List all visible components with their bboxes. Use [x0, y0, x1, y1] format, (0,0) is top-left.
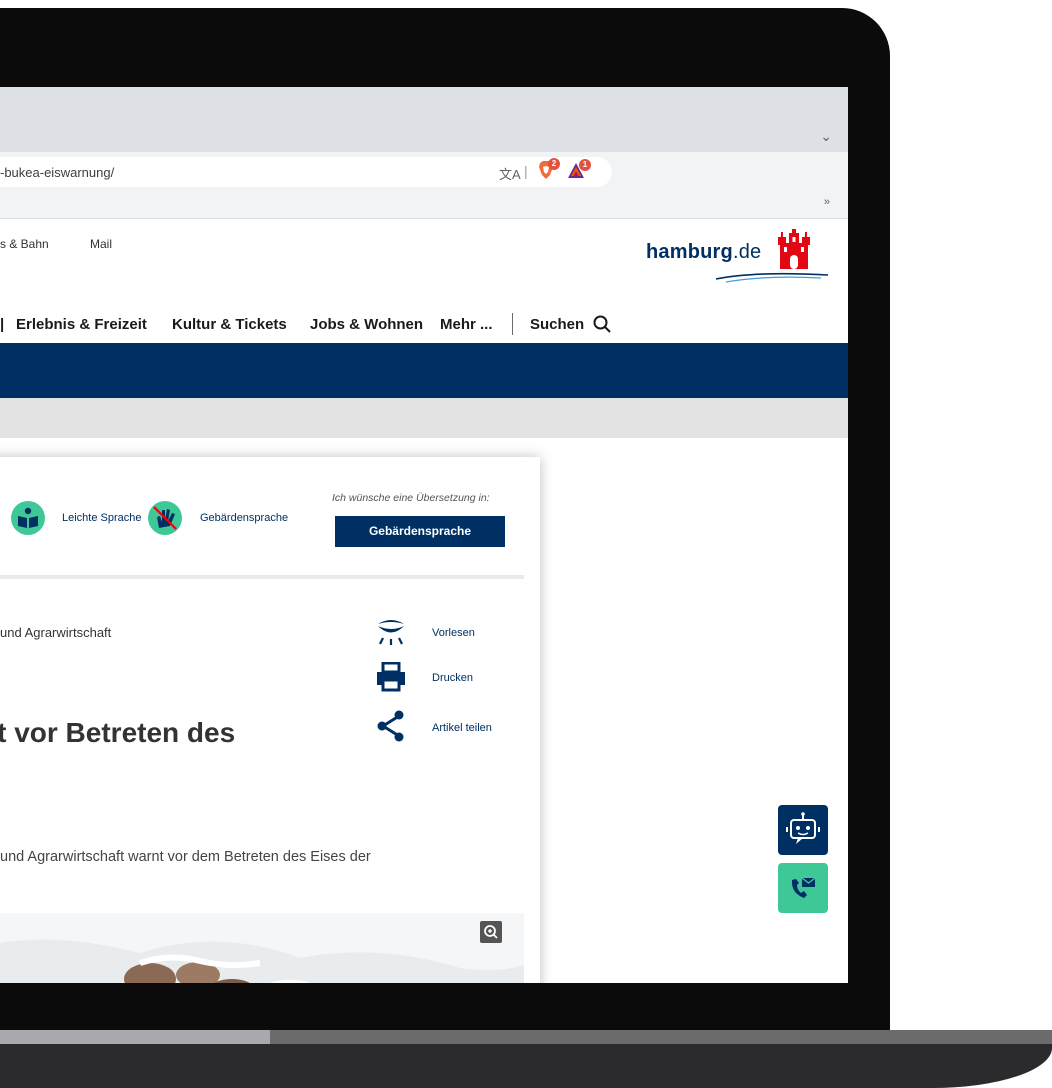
- rewards-badge: 1: [579, 159, 591, 171]
- hamburg-logo[interactable]: hamburg.de: [646, 229, 831, 291]
- print-label: Drucken: [432, 672, 473, 684]
- printer-icon: [377, 662, 405, 692]
- share-icon: [377, 710, 404, 742]
- sign-language-icon[interactable]: [148, 501, 182, 535]
- translation-prompt: Ich wünsche eine Übersetzung in:: [332, 492, 490, 504]
- nav-item-separator-edge: |: [0, 316, 5, 333]
- toolbar-divider: |: [524, 163, 528, 179]
- frozen-river-image: [0, 913, 524, 983]
- hamburg-castle-icon: [778, 229, 810, 269]
- zoom-image-button[interactable]: [480, 921, 502, 943]
- tab-search-chevron-icon[interactable]: ⌄: [820, 128, 832, 145]
- article-headline: nt vor Betreten des: [0, 717, 236, 748]
- browser-screen: ⌄ -bukea-eiswarnung/ 文A | 2 1 » s & Bahn…: [0, 87, 848, 983]
- search-label[interactable]: Suchen: [530, 316, 584, 333]
- article-photo[interactable]: [0, 913, 524, 983]
- laptop-base: [0, 1044, 1052, 1088]
- chatbot-icon: [786, 812, 820, 844]
- print-button[interactable]: Drucken: [375, 662, 505, 696]
- breadcrumb-bar: [0, 398, 848, 438]
- brave-shields-icon[interactable]: 2: [538, 158, 560, 179]
- accessibility-row: Leichte Sprache Gebärdensprache Ich wüns…: [0, 457, 540, 585]
- nav-item-jobs[interactable]: Jobs & Wohnen: [310, 316, 423, 333]
- main-navigation: | Erlebnis & Freizeit Kultur & Tickets J…: [0, 299, 848, 343]
- share-button[interactable]: Artikel teilen: [375, 710, 505, 744]
- toplink-mail[interactable]: Mail: [90, 237, 112, 251]
- url-text[interactable]: -bukea-eiswarnung/: [0, 165, 114, 180]
- easy-language-link[interactable]: Leichte Sprache: [62, 512, 142, 524]
- phone-mail-icon: [791, 877, 816, 898]
- nav-divider: [512, 313, 513, 335]
- authority-name: und Agrarwirtschaft: [0, 625, 112, 640]
- toplink-bus-bahn[interactable]: s & Bahn: [0, 237, 49, 251]
- read-aloud-icon: [378, 620, 404, 645]
- brave-badge: 2: [548, 158, 560, 170]
- logo-wave-icon: [716, 272, 828, 283]
- tab-strip: ⌄: [0, 87, 848, 152]
- read-aloud-label: Vorlesen: [432, 627, 475, 639]
- article-intro: und Agrarwirtschaft warnt vor dem Betret…: [0, 849, 371, 865]
- logo-text: hamburg.de: [646, 241, 762, 263]
- translation-button[interactable]: Gebärdensprache: [335, 516, 505, 547]
- more-bookmarks-button[interactable]: »: [824, 196, 830, 208]
- section-divider: [0, 575, 524, 579]
- site-header: s & Bahn Mail hamburg.de: [0, 219, 848, 299]
- zoom-in-icon: [484, 925, 498, 939]
- search-icon[interactable]: [593, 315, 611, 333]
- sign-language-link[interactable]: Gebärdensprache: [200, 512, 288, 524]
- brave-rewards-icon[interactable]: 1: [568, 159, 591, 178]
- nav-item-kultur[interactable]: Kultur & Tickets: [172, 316, 287, 333]
- address-bar[interactable]: -bukea-eiswarnung/ 文A | 2 1: [0, 157, 612, 187]
- toolbar: -bukea-eiswarnung/ 文A | 2 1 »: [0, 152, 848, 219]
- nav-item-erlebnis[interactable]: Erlebnis & Freizeit: [16, 316, 147, 333]
- translate-icon[interactable]: 文A: [499, 164, 521, 183]
- nav-item-mehr[interactable]: Mehr ...: [440, 316, 493, 333]
- chatbot-button[interactable]: [778, 805, 828, 855]
- hero-banner: [0, 343, 848, 398]
- laptop-hinge: [0, 1030, 1052, 1044]
- contact-button[interactable]: [778, 863, 828, 913]
- read-aloud-button[interactable]: Vorlesen: [375, 617, 505, 651]
- share-label: Artikel teilen: [432, 722, 492, 734]
- easy-language-icon[interactable]: [11, 501, 45, 535]
- article-card: Leichte Sprache Gebärdensprache Ich wüns…: [0, 457, 540, 983]
